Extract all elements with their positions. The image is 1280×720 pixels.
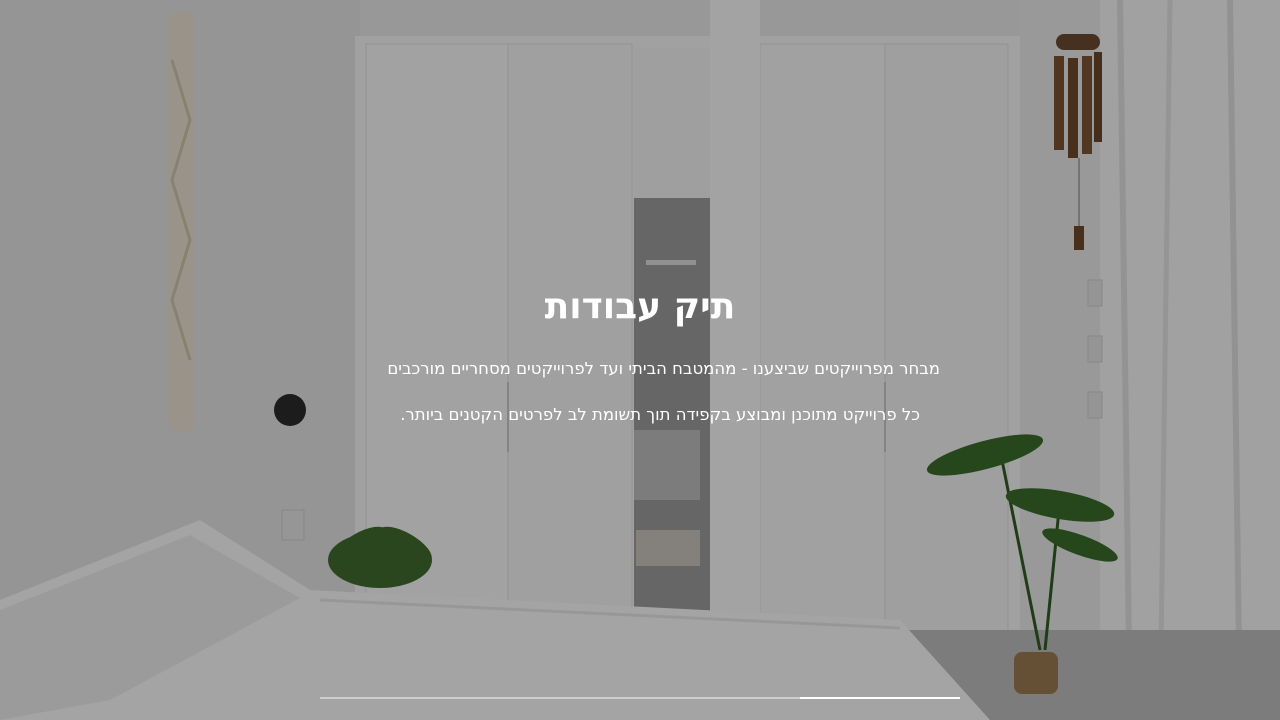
hero-content: תיק עבודות מבחר מפרוייקטים שביצענו - מהמ… bbox=[0, 0, 1280, 720]
slider-progress-track[interactable] bbox=[320, 697, 960, 699]
page-title: תיק עבודות bbox=[544, 286, 736, 327]
hero-subtitle-line-2: כל פרוייקט מתוכנן ומבוצע בקפידה תוך תשומ… bbox=[400, 405, 920, 424]
slider-progress-fill bbox=[800, 697, 960, 699]
hero-subtitle-line-1: מבחר מפרוייקטים שביצענו - מהמטבח הביתי ו… bbox=[387, 359, 940, 378]
hero-section: תיק עבודות מבחר מפרוייקטים שביצענו - מהמ… bbox=[0, 0, 1280, 720]
